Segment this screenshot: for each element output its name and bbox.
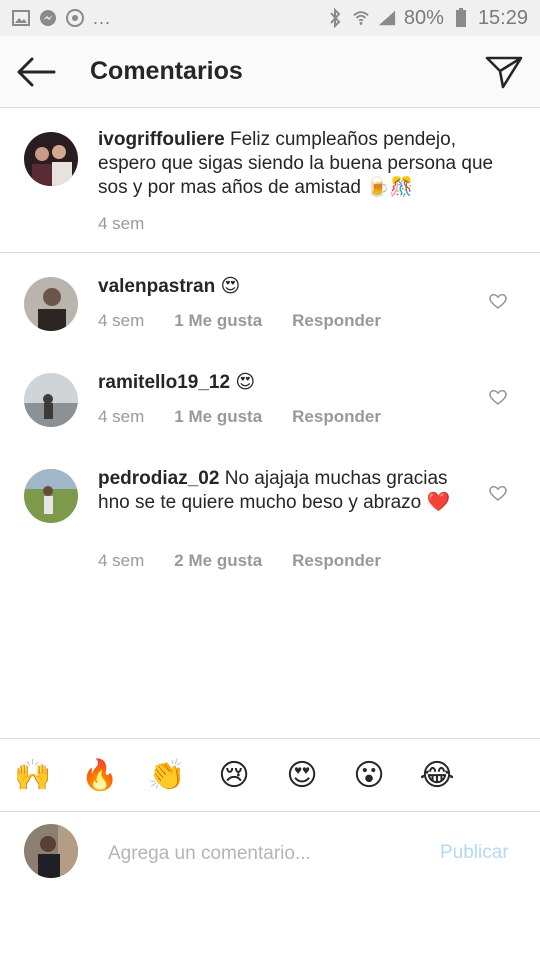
comment-item: valenpastran 😍 4 sem 1 Me gusta Responde… — [0, 253, 540, 349]
emoji-raised-hands-button[interactable]: 🙌 — [14, 757, 52, 795]
status-bar: ... 80% 15:29 — [0, 0, 540, 36]
like-button[interactable] — [488, 388, 508, 406]
comment-likes[interactable]: 2 Me gusta — [174, 551, 262, 571]
gallery-icon — [12, 9, 30, 27]
back-button[interactable] — [16, 56, 56, 88]
comment-composer: Publicar — [0, 812, 540, 960]
emoji-heart-eyes-button[interactable]: 😍 — [283, 757, 321, 795]
caption-time: 4 sem — [98, 214, 145, 233]
avatar[interactable] — [24, 132, 78, 186]
wifi-icon — [352, 9, 370, 27]
battery-icon — [452, 8, 470, 27]
comment-meta: 4 sem 2 Me gusta Responder — [98, 551, 381, 571]
reply-button[interactable]: Responder — [292, 551, 381, 571]
app-header: Comentarios — [0, 36, 540, 108]
avatar — [24, 824, 78, 878]
emoji-clap-button[interactable]: 👏 — [148, 757, 186, 795]
caption-username[interactable]: ivogriffouliere — [98, 129, 225, 150]
paper-plane-icon — [485, 56, 523, 89]
caption-text: ivogriffouliere Feliz cumpleaños pendejo… — [98, 128, 508, 200]
comment-likes[interactable]: 1 Me gusta — [174, 407, 262, 427]
page-title: Comentarios — [90, 57, 243, 85]
battery-percent: 80% — [403, 6, 444, 29]
chrome-icon — [66, 9, 84, 27]
like-button[interactable] — [488, 292, 508, 310]
avatar[interactable] — [24, 469, 78, 523]
comment-meta: 4 sem 1 Me gusta Responder — [98, 407, 381, 427]
comment-text: ramitello19_12 😍 — [98, 371, 478, 395]
messenger-icon — [39, 9, 57, 27]
comment-item: pedrodiaz_02 No ajajaja muchas gracias h… — [0, 445, 540, 585]
emoji-quick-bar: 🙌 🔥 👏 😢 😍 😮 😂 — [0, 738, 540, 812]
avatar[interactable] — [24, 277, 78, 331]
comment-time: 4 sem — [98, 407, 145, 426]
comment-meta: 4 sem 1 Me gusta Responder — [98, 311, 381, 331]
publish-button[interactable]: Publicar — [440, 842, 509, 864]
arrow-left-icon — [17, 57, 56, 87]
heart-icon — [489, 389, 507, 405]
emoji-surprised-button[interactable]: 😮 — [350, 757, 388, 795]
comment-time: 4 sem — [98, 551, 145, 570]
notification-overflow: ... — [93, 7, 112, 28]
comment-likes[interactable]: 1 Me gusta — [174, 311, 262, 331]
heart-icon — [489, 293, 507, 309]
clock: 15:29 — [477, 6, 528, 29]
emoji-fire-button[interactable]: 🔥 — [81, 757, 119, 795]
comment-username[interactable]: valenpastran — [98, 276, 215, 297]
reply-button[interactable]: Responder — [292, 311, 381, 331]
share-button[interactable] — [484, 54, 524, 90]
comment-body: 😍 — [220, 276, 241, 297]
comment-text: pedrodiaz_02 No ajajaja muchas gracias h… — [98, 467, 478, 515]
bluetooth-icon — [326, 8, 344, 28]
comment-username[interactable]: pedrodiaz_02 — [98, 468, 219, 489]
avatar[interactable] — [24, 373, 78, 427]
reply-button[interactable]: Responder — [292, 407, 381, 427]
heart-icon — [489, 485, 507, 501]
comment-text: valenpastran 😍 — [98, 275, 478, 299]
signal-icon — [378, 9, 396, 27]
emoji-laugh-button[interactable]: 😂 — [418, 757, 456, 795]
comment-time: 4 sem — [98, 311, 145, 330]
comment-item: ramitello19_12 😍 4 sem 1 Me gusta Respon… — [0, 349, 540, 445]
emoji-cry-button[interactable]: 😢 — [215, 757, 253, 795]
like-button[interactable] — [488, 484, 508, 502]
comment-body: 😍 — [235, 372, 256, 393]
comment-input[interactable] — [108, 840, 418, 868]
post-caption: ivogriffouliere Feliz cumpleaños pendejo… — [0, 108, 540, 253]
comment-username[interactable]: ramitello19_12 — [98, 372, 230, 393]
